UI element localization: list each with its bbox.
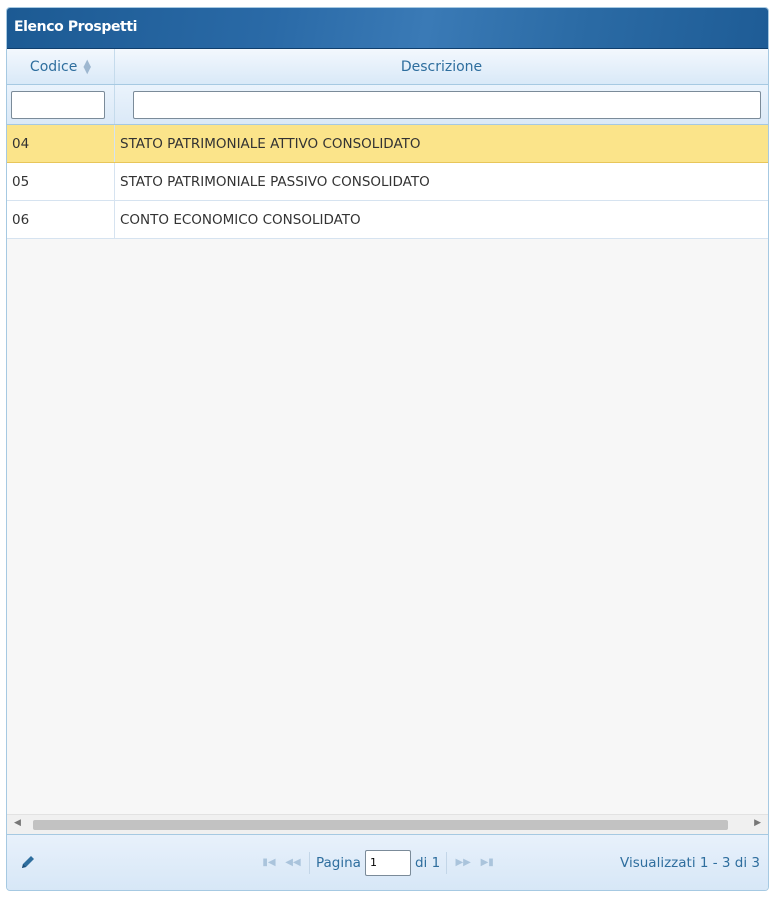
filter-cell-codice (7, 85, 115, 124)
page-label: Pagina (316, 854, 361, 871)
cell-codice: 05 (7, 163, 115, 200)
panel-title: Elenco Prospetti (7, 8, 768, 49)
filter-toolbar (7, 85, 768, 125)
sort-icon[interactable]: ▲ ▼ (83, 58, 91, 75)
cell-descrizione: STATO PATRIMONIALE PASSIVO CONSOLIDATO (120, 173, 430, 190)
filter-descrizione-input[interactable] (133, 90, 761, 119)
grid-body: 04 STATO PATRIMONIALE ATTIVO CONSOLIDATO… (7, 125, 768, 239)
cell-descrizione: STATO PATRIMONIALE ATTIVO CONSOLIDATO (120, 135, 421, 152)
prev-page-icon[interactable]: ◀◀ (283, 857, 303, 868)
next-page-icon[interactable]: ▶▶ (453, 857, 473, 868)
cell-codice: 04 (7, 125, 115, 162)
table-row[interactable]: 04 STATO PATRIMONIALE ATTIVO CONSOLIDATO (7, 125, 768, 163)
grid-empty-area (7, 240, 768, 814)
first-page-icon[interactable]: ▮◀ (259, 857, 279, 868)
scroll-left-icon[interactable]: ◀ (14, 818, 21, 828)
cell-codice: 06 (7, 201, 115, 238)
cell-descrizione: CONTO ECONOMICO CONSOLIDATO (120, 211, 361, 228)
pager-separator (309, 851, 310, 874)
column-header-descrizione[interactable]: Descrizione (115, 49, 768, 84)
scrollbar-thumb[interactable] (33, 820, 728, 830)
column-header-row: Codice ▲ ▼ Descrizione (7, 49, 768, 85)
filter-codice-input[interactable] (11, 90, 105, 119)
column-header-codice[interactable]: Codice ▲ ▼ (7, 49, 115, 84)
pager-separator (446, 851, 448, 874)
last-page-icon[interactable]: ▶▮ (477, 857, 497, 868)
prospetti-grid-panel: Elenco Prospetti Codice ▲ ▼ Descrizione 0… (6, 7, 769, 891)
pager-navigation: ▮◀ ◀◀ Pagina di 1 ▶▶ ▶▮ (259, 835, 497, 890)
column-header-codice-label: Codice (29, 58, 78, 75)
column-header-descrizione-label: Descrizione (400, 58, 483, 75)
filter-cell-descrizione (115, 85, 768, 124)
pager-bar: ▮◀ ◀◀ Pagina di 1 ▶▶ ▶▮ Visualizzati 1 -… (7, 834, 768, 890)
table-row[interactable]: 05 STATO PATRIMONIALE PASSIVO CONSOLIDAT… (7, 163, 768, 201)
page-total-label: di 1 (414, 854, 441, 871)
records-info: Visualizzati 1 - 3 di 3 (620, 854, 760, 871)
page-number-input[interactable] (364, 849, 411, 876)
pencil-icon[interactable] (19, 853, 37, 871)
horizontal-scrollbar[interactable]: ◀ ▶ (7, 814, 768, 834)
scroll-right-icon[interactable]: ▶ (754, 818, 761, 828)
table-row[interactable]: 06 CONTO ECONOMICO CONSOLIDATO (7, 201, 768, 239)
